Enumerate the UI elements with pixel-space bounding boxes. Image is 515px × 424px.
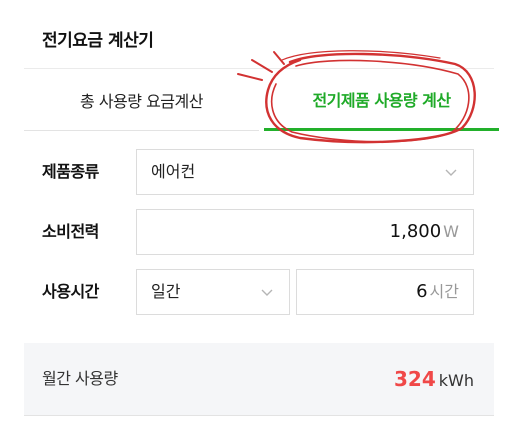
power-row: 소비전력 1,800 W xyxy=(42,209,474,255)
product-type-select[interactable]: 에어컨 xyxy=(136,149,474,195)
usage-hours-value: 6 xyxy=(416,281,428,302)
usage-period-value: 일간 xyxy=(151,282,181,301)
usage-time-label: 사용시간 xyxy=(42,282,99,301)
result-panel: 월간 사용량 324 kWh xyxy=(24,343,494,416)
tab-device-usage[interactable]: 전기제품 사용량 계산 xyxy=(264,69,499,131)
power-value: 1,800 xyxy=(389,221,442,242)
calculator-tabs: 총 사용량 요금계산 전기제품 사용량 계산 xyxy=(24,68,499,131)
result-unit: kWh xyxy=(438,371,474,390)
power-label: 소비전력 xyxy=(42,222,99,241)
product-type-label: 제품종류 xyxy=(42,162,99,181)
product-type-value: 에어컨 xyxy=(151,162,196,181)
usage-period-select[interactable]: 일간 xyxy=(136,269,290,315)
result-label: 월간 사용량 xyxy=(42,369,118,388)
power-unit: W xyxy=(443,222,459,241)
result-value: 324 xyxy=(394,367,436,391)
usage-hours-unit: 시간 xyxy=(429,282,459,301)
calculator-title: 전기요금 계산기 xyxy=(42,31,154,51)
tab-total-usage[interactable]: 총 사용량 요금계산 xyxy=(24,69,259,131)
usage-time-row: 사용시간 일간 6 시간 xyxy=(42,269,474,315)
product-type-row: 제품종류 에어컨 xyxy=(42,149,474,195)
usage-hours-input[interactable]: 6 시간 xyxy=(296,269,474,315)
chevron-down-icon xyxy=(445,169,457,176)
chevron-down-icon xyxy=(261,289,273,296)
electricity-calculator-widget: 전기요금 계산기 총 사용량 요금계산 전기제품 사용량 계산 제품종류 에어컨… xyxy=(0,0,515,424)
power-input[interactable]: 1,800 W xyxy=(136,209,474,255)
